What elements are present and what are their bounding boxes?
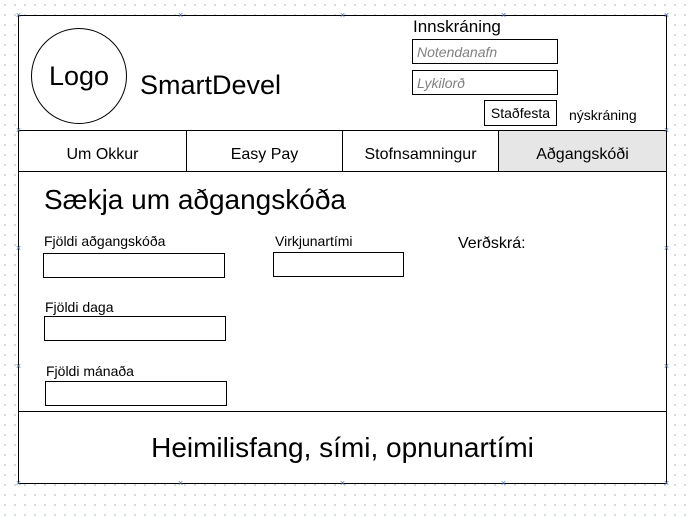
selection-handle[interactable]: × bbox=[663, 11, 670, 20]
price-list-label: Verðskrá: bbox=[458, 235, 526, 252]
register-link[interactable]: nýskráning bbox=[569, 107, 637, 123]
months-count-input[interactable] bbox=[45, 381, 227, 406]
selection-handle[interactable]: × bbox=[15, 126, 22, 135]
access-code-count-input[interactable] bbox=[43, 253, 225, 278]
selection-handle[interactable]: × bbox=[15, 11, 22, 20]
login-submit-button[interactable]: Staðfesta bbox=[484, 100, 557, 126]
selection-handle[interactable]: × bbox=[15, 244, 22, 253]
months-count-label: Fjöldi mánaða bbox=[46, 363, 134, 379]
logo[interactable]: Logo bbox=[31, 28, 127, 124]
password-input[interactable] bbox=[412, 70, 558, 95]
days-count-label: Fjöldi daga bbox=[45, 299, 114, 315]
activation-time-label: Virkjunartími bbox=[275, 233, 353, 249]
selection-handle[interactable]: × bbox=[339, 11, 346, 20]
selection-handle[interactable]: × bbox=[663, 126, 670, 135]
tab-access-code[interactable]: Aðgangskóði bbox=[499, 131, 666, 171]
selection-handle[interactable]: × bbox=[177, 11, 184, 20]
selection-handle[interactable]: × bbox=[663, 362, 670, 371]
username-input[interactable] bbox=[412, 39, 558, 64]
days-count-input[interactable] bbox=[44, 316, 226, 341]
selection-handle[interactable]: × bbox=[15, 362, 22, 371]
selection-handle[interactable]: × bbox=[177, 479, 184, 488]
selection-handle[interactable]: × bbox=[663, 244, 670, 253]
access-code-count-label: Fjöldi aðgangskóða bbox=[44, 233, 166, 249]
tab-about-us[interactable]: Um Okkur bbox=[19, 131, 186, 171]
footer-contact-info: Heimilisfang, sími, opnunartími bbox=[151, 431, 534, 463]
page-title: Sækja um aðgangskóða bbox=[44, 184, 346, 215]
tab-founding-agreement[interactable]: Stofnsamningur bbox=[343, 131, 498, 171]
nav-divider bbox=[18, 171, 667, 172]
brand-name: SmartDevel bbox=[140, 70, 282, 100]
selection-handle[interactable]: × bbox=[663, 479, 670, 488]
selection-handle[interactable]: × bbox=[500, 479, 507, 488]
logo-text: Logo bbox=[48, 60, 110, 91]
selection-handle[interactable]: × bbox=[15, 479, 22, 488]
login-title: Innskráning bbox=[413, 17, 501, 36]
activation-time-input[interactable] bbox=[273, 252, 404, 277]
selection-handle[interactable]: × bbox=[500, 11, 507, 20]
selection-handle[interactable]: × bbox=[339, 479, 346, 488]
tab-easy-pay[interactable]: Easy Pay bbox=[187, 131, 342, 171]
